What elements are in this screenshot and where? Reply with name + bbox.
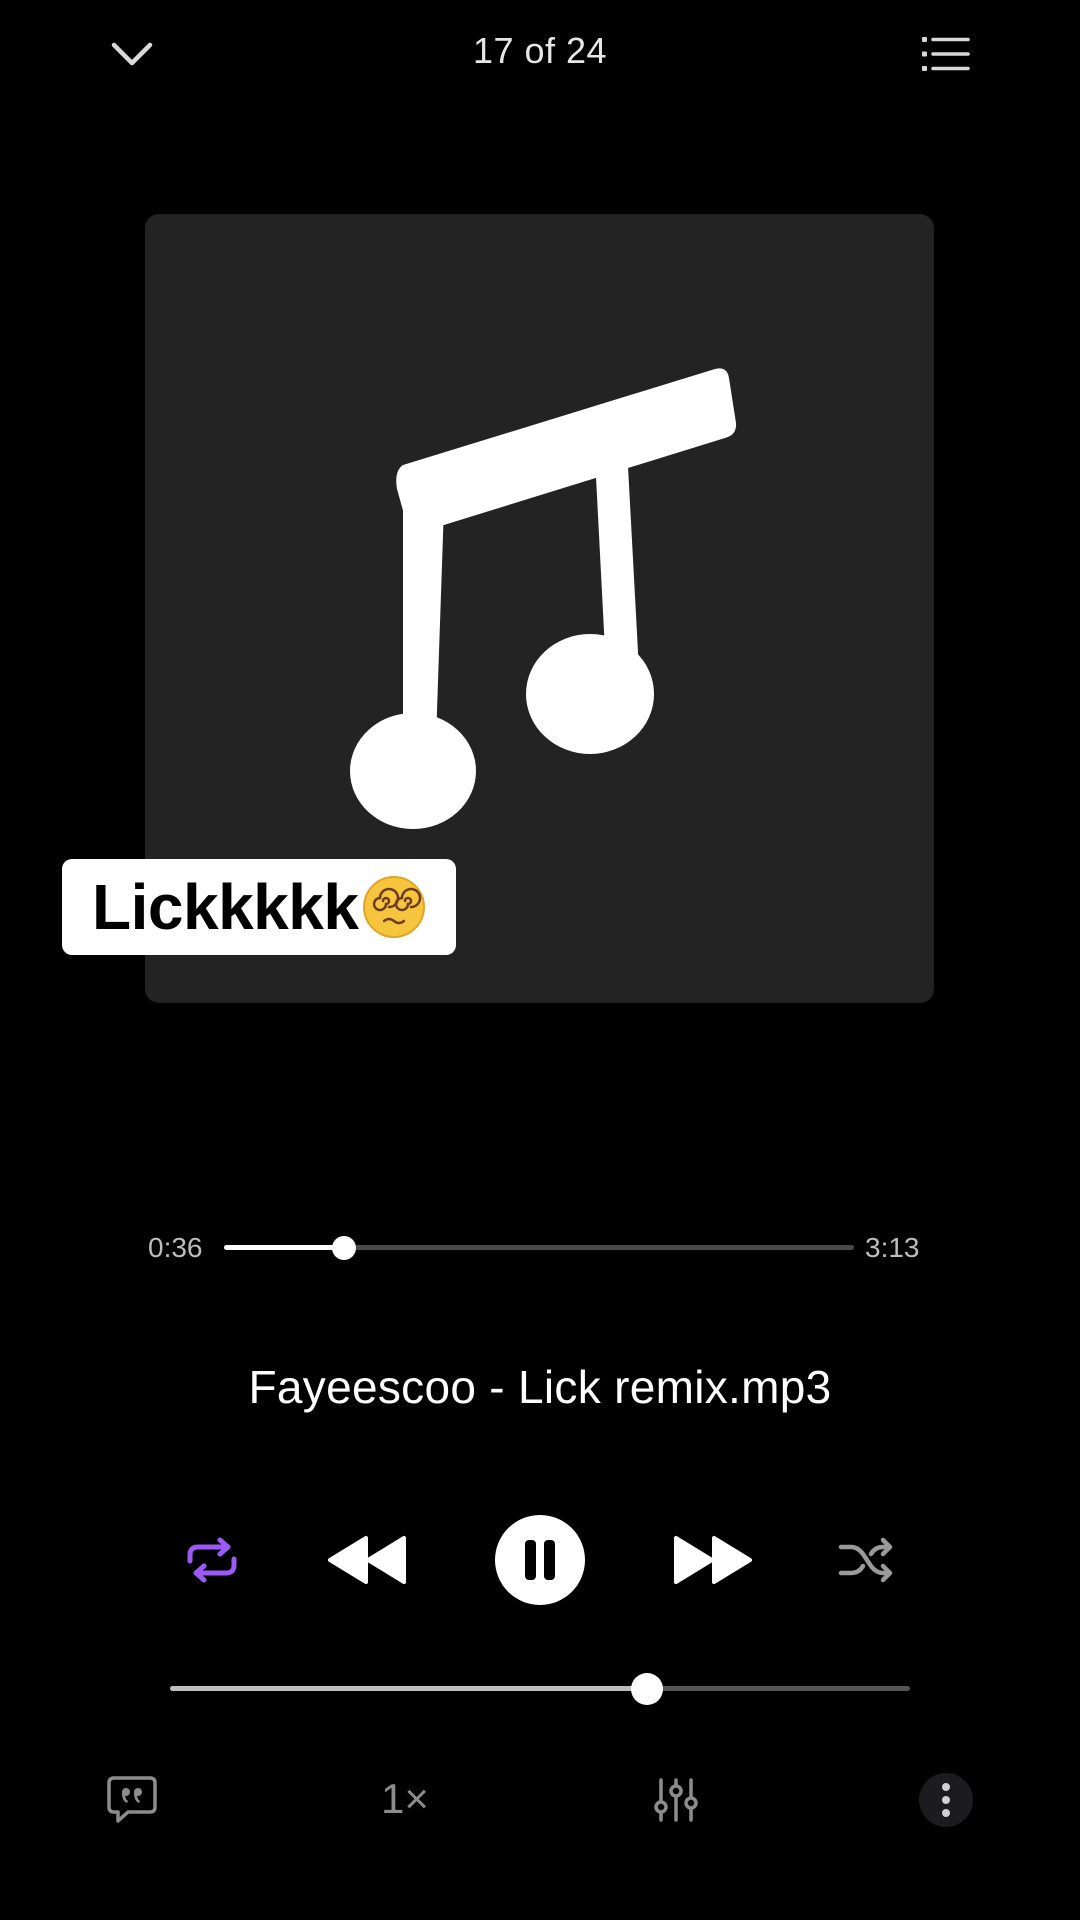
shuffle-button[interactable] xyxy=(830,1530,902,1590)
list-icon xyxy=(922,37,970,71)
progress-thumb[interactable] xyxy=(331,1235,356,1260)
equalizer-icon xyxy=(654,1778,698,1822)
next-button[interactable] xyxy=(668,1530,758,1590)
progress-fill xyxy=(224,1245,344,1250)
repeat-icon xyxy=(187,1537,237,1583)
progress-slider[interactable] xyxy=(224,1235,854,1260)
volume-slider[interactable] xyxy=(170,1672,910,1705)
more-options-button[interactable] xyxy=(919,1773,973,1827)
shuffle-icon xyxy=(838,1537,893,1583)
playback-speed-button[interactable]: 1× xyxy=(360,1775,450,1823)
volume-thumb[interactable] xyxy=(631,1672,664,1705)
pause-icon xyxy=(525,1540,555,1580)
dizzy-face-emoji xyxy=(362,875,426,939)
caption-sticker: Lickkkkk xyxy=(62,859,457,955)
quote-bubble-icon xyxy=(107,1776,157,1823)
equalizer-button[interactable] xyxy=(644,1768,708,1832)
more-vertical-icon xyxy=(942,1783,950,1817)
fast-forward-icon xyxy=(674,1536,752,1584)
lyrics-button[interactable] xyxy=(100,1770,164,1830)
rewind-icon xyxy=(328,1536,406,1584)
volume-fill xyxy=(170,1686,648,1691)
total-duration: 3:13 xyxy=(865,1232,920,1263)
caption-text: Lickkkkk xyxy=(92,871,359,943)
previous-button[interactable] xyxy=(322,1530,412,1590)
queue-button[interactable] xyxy=(906,14,986,94)
repeat-button[interactable] xyxy=(176,1530,248,1590)
song-title: Fayeescoo - Lick remix.mp3 xyxy=(248,1361,832,1413)
music-note-icon xyxy=(350,368,737,829)
elapsed-time: 0:36 xyxy=(148,1232,203,1263)
pause-button[interactable] xyxy=(495,1515,585,1605)
